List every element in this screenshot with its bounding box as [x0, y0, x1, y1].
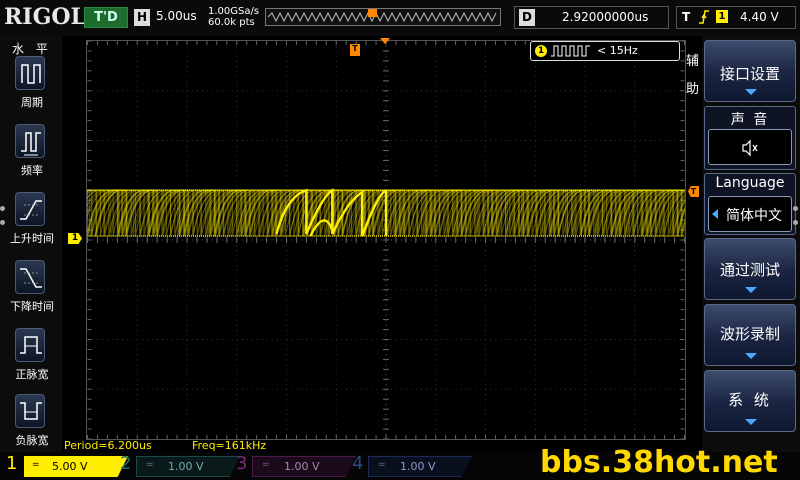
watermark: bbs.38hot.net — [540, 445, 778, 480]
delay-value: 2.92000000us — [562, 10, 649, 24]
memory-overview-waveform — [267, 9, 497, 23]
measure-period-label: 周期 — [21, 96, 43, 109]
positive-width-icon — [15, 328, 45, 362]
trigger-level-marker[interactable]: T — [688, 186, 699, 197]
sound-toggle[interactable] — [708, 129, 792, 165]
ch1-coupling: = — [32, 460, 40, 470]
language-value: 简体中文 — [726, 208, 782, 224]
sample-rate-readout: 1.00GSa/s 60.0k pts — [208, 6, 259, 28]
language-title: Language — [715, 175, 785, 191]
square-wave-icon — [551, 45, 590, 57]
memory-overview-bar[interactable] — [265, 8, 501, 26]
measure-category-title: 水 平 — [12, 42, 52, 56]
horizontal-scale-value[interactable]: 5.00us — [156, 9, 197, 23]
trigger-source-badge: 1 — [716, 10, 728, 23]
ch2-scale: 1.00 V — [168, 460, 204, 473]
utility-menu-title-char: 助 — [686, 82, 700, 97]
ch4-number: 4 — [352, 453, 364, 474]
speaker-mute-icon — [742, 139, 758, 157]
chevron-down-icon — [745, 89, 757, 95]
frequency-icon — [15, 124, 45, 158]
delay-label: D — [519, 9, 535, 26]
pass-fail-button[interactable]: 通过测试 — [704, 238, 796, 300]
measure-fall-time[interactable]: 下降时间 — [4, 260, 60, 316]
waveform-record-button[interactable]: 波形录制 — [704, 304, 796, 366]
waveform-record-label: 波形录制 — [719, 325, 780, 343]
frequency-measurement: Freq=161kHz — [192, 439, 267, 452]
right-panel-dot — [793, 206, 798, 211]
ch1-number: 1 — [6, 453, 18, 474]
horizontal-label: H — [134, 9, 150, 26]
measure-frequency-label: 频率 — [21, 164, 43, 177]
left-panel-dot — [0, 206, 5, 211]
ch3-coupling: = — [262, 460, 270, 470]
ch3-number: 3 — [236, 453, 248, 474]
measure-rise-time-label: 上升时间 — [10, 232, 54, 245]
language-select[interactable]: 简体中文 — [708, 196, 792, 232]
counter-channel-badge: 1 — [535, 45, 547, 57]
measure-negative-width-label: 负脉宽 — [15, 434, 49, 447]
measure-fall-time-label: 下降时间 — [10, 300, 54, 313]
measure-positive-width[interactable]: 正脉宽 — [4, 328, 60, 384]
sound-title: 声 音 — [730, 112, 770, 128]
interface-settings-button[interactable]: 接口设置 — [704, 40, 796, 102]
right-panel-dot — [793, 220, 798, 225]
sound-panel: 声 音 — [704, 106, 796, 170]
ch2-coupling: = — [146, 460, 154, 470]
measure-period[interactable]: 周期 — [4, 56, 60, 112]
waveform-grid[interactable] — [86, 40, 686, 440]
frequency-counter[interactable]: 1 < 15Hz — [530, 41, 680, 61]
rise-time-icon — [15, 192, 45, 226]
period-measurement: Period=6.200us — [64, 439, 152, 452]
language-panel: Language 简体中文 — [704, 173, 796, 235]
trigger-position-marker[interactable]: T — [350, 44, 360, 56]
system-label: 系 统 — [728, 391, 772, 409]
ch4-scale: 1.00 V — [400, 460, 436, 473]
run-status-badge[interactable]: T'D — [84, 7, 128, 28]
measure-negative-width[interactable]: 负脉宽 — [4, 394, 60, 450]
negative-width-icon — [15, 394, 45, 428]
chevron-down-icon — [745, 353, 757, 359]
utility-menu-title-char: 辅 — [686, 54, 700, 69]
measure-frequency[interactable]: 频率 — [4, 124, 60, 180]
fall-time-icon — [15, 260, 45, 294]
ch1-offset-marker[interactable]: 1 — [68, 233, 82, 244]
memory-depth: 60.0k pts — [208, 17, 255, 28]
chevron-down-icon — [745, 287, 757, 293]
ch3-scale: 1.00 V — [284, 460, 320, 473]
rising-edge-icon — [699, 10, 709, 24]
sample-rate: 1.00GSa/s — [208, 6, 260, 17]
counter-value: < 15Hz — [597, 44, 638, 57]
left-panel-dot — [0, 220, 5, 225]
horizontal-center-marker — [380, 38, 390, 44]
grid-lines — [87, 41, 685, 439]
system-button[interactable]: 系 统 — [704, 370, 796, 432]
period-icon — [15, 56, 45, 90]
chevron-down-icon — [745, 419, 757, 425]
measure-positive-width-label: 正脉宽 — [15, 368, 49, 381]
trigger-label: T — [682, 10, 691, 24]
pass-fail-label: 通过测试 — [719, 261, 780, 279]
ch4-coupling: = — [378, 460, 386, 470]
brand-logo: RIGOL — [4, 4, 86, 30]
ch2-number: 2 — [120, 453, 132, 474]
memory-trigger-marker — [368, 9, 377, 17]
measure-rise-time[interactable]: 上升时间 — [4, 192, 60, 248]
ch1-scale: 5.00 V — [52, 460, 88, 473]
ch1-waveform-trace — [87, 188, 685, 237]
utility-menu-title: 辅 助 — [686, 48, 702, 104]
interface-settings-label: 接口设置 — [719, 65, 780, 83]
trigger-level-value: 4.40 V — [740, 10, 779, 24]
